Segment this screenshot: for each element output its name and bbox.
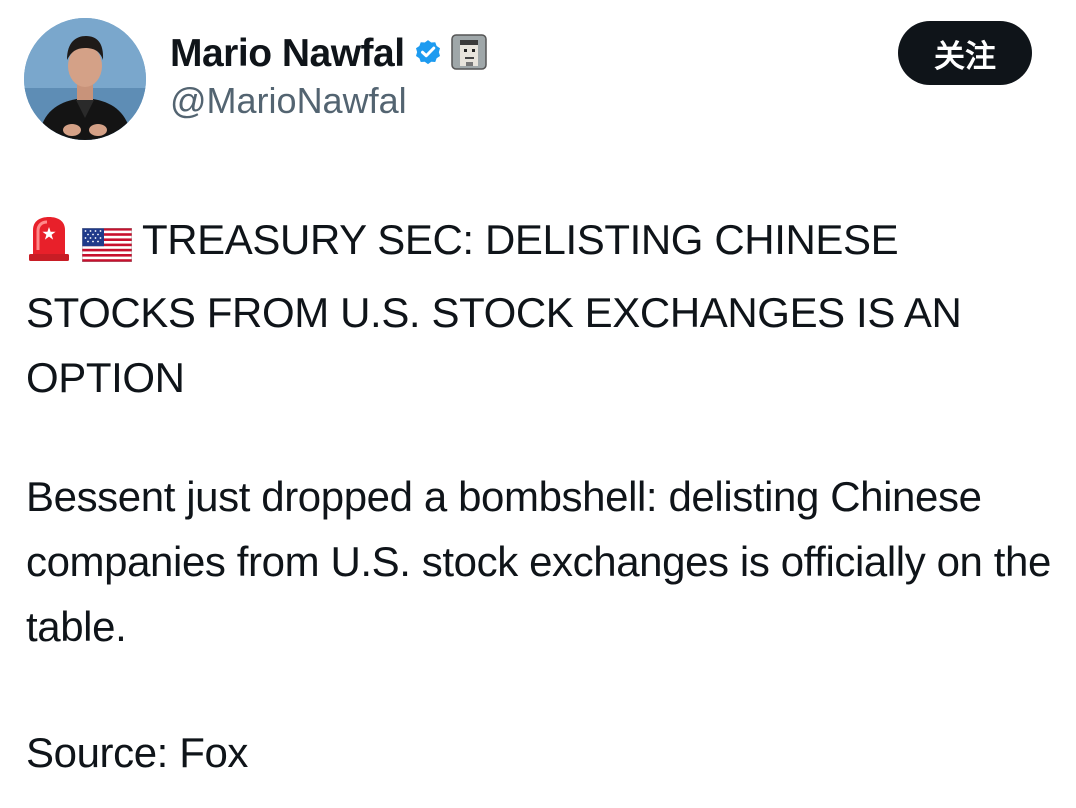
tweet-source: Source: Fox — [26, 729, 249, 776]
avatar[interactable] — [24, 18, 146, 140]
follow-button[interactable]: 关注 — [898, 21, 1032, 85]
tweet-body: Bessent just dropped a bombshell: delist… — [26, 473, 1051, 650]
handle[interactable]: @MarioNawfal — [170, 80, 407, 122]
name-row: Mario Nawfal — [170, 30, 487, 78]
us-flag-emoji-icon — [81, 215, 133, 280]
tweet: Mario Nawfal @MarioNawfal 关注 TREASURY SE… — [0, 0, 1076, 808]
police-light-emoji-icon — [26, 214, 72, 280]
avatar-image — [24, 18, 146, 140]
headline-text: TREASURY SEC: DELISTING CHINESE STOCKS F… — [26, 216, 962, 401]
display-name[interactable]: Mario Nawfal — [170, 32, 405, 76]
tweet-headline: TREASURY SEC: DELISTING CHINESE STOCKS F… — [26, 207, 1056, 410]
affiliate-badge-icon[interactable] — [450, 33, 487, 75]
verified-badge-icon — [413, 37, 443, 72]
